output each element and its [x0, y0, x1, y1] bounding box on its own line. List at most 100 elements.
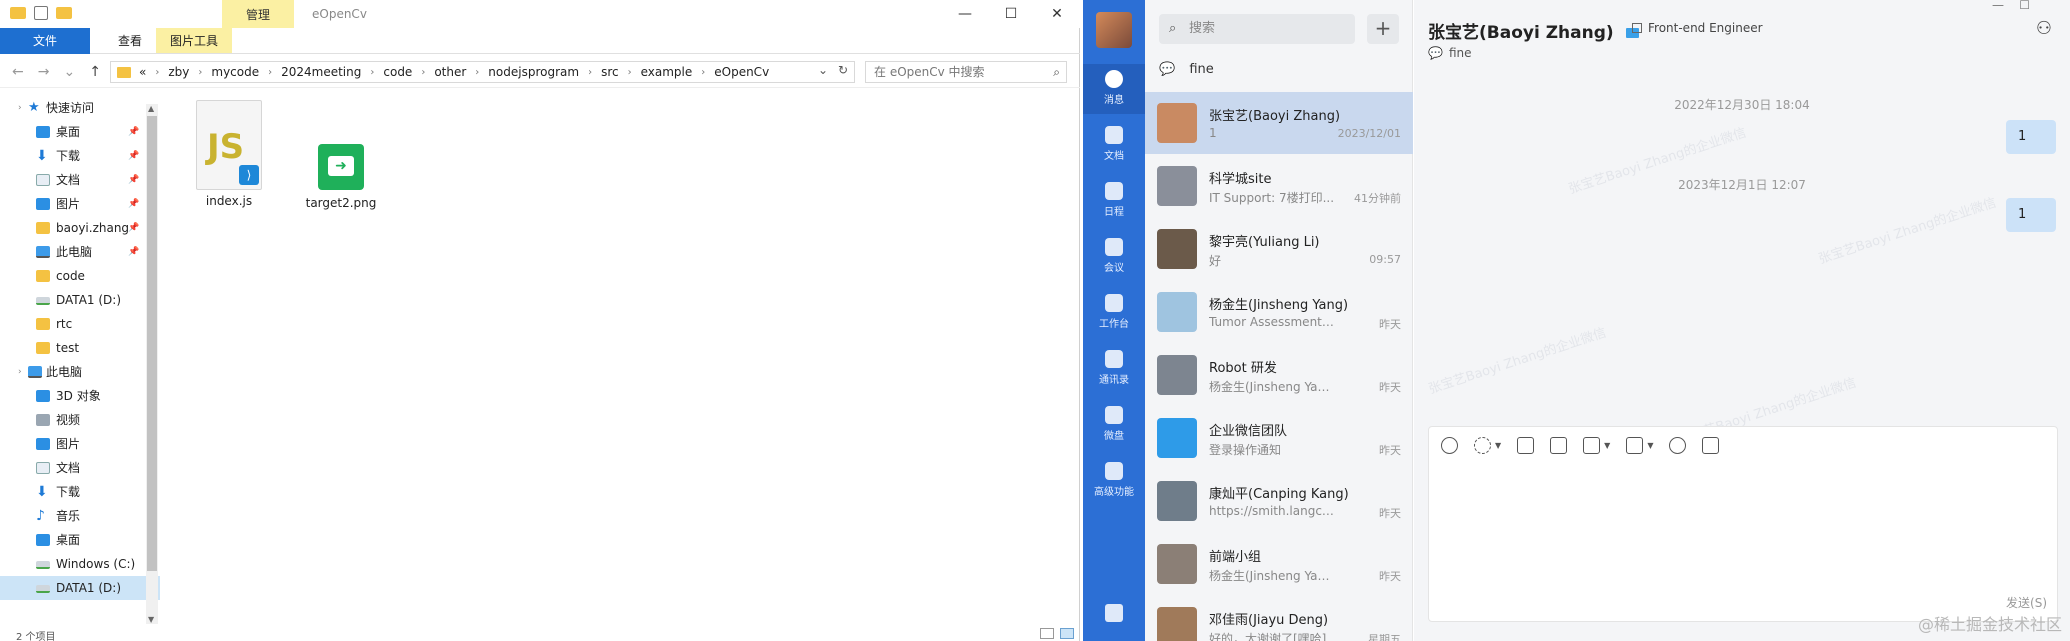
refresh-button[interactable]: ↻: [838, 63, 848, 77]
address-bar[interactable]: « › zby › mycode › 2024meeting › code › other › nod…: [110, 61, 855, 83]
rail-item[interactable]: 文档: [1083, 120, 1145, 170]
new-folder-icon[interactable]: [56, 7, 72, 19]
nav-item[interactable]: 文档 📌: [0, 168, 160, 192]
breadcrumb-separator[interactable]: ›: [588, 67, 592, 78]
conversation-item[interactable]: 企业微信团队 登录操作通知 昨天: [1145, 407, 1413, 469]
my-status[interactable]: 💬 fine: [1159, 62, 1214, 77]
tab-picture-tools[interactable]: 图片工具: [156, 28, 233, 53]
nav-item[interactable]: 桌面 📌: [0, 120, 160, 144]
properties-icon[interactable]: [34, 6, 48, 20]
nav-item[interactable]: ⬇ 下载 📌: [0, 144, 160, 168]
nav-item[interactable]: 文档: [0, 456, 160, 480]
nav-pane-scrollbar[interactable]: ▲ ▼: [146, 104, 158, 624]
tab-file[interactable]: 文件: [0, 28, 90, 54]
nav-item[interactable]: 此电脑 📌: [0, 240, 160, 264]
task-icon[interactable]: [1583, 437, 1601, 454]
rail-item[interactable]: 会议: [1083, 232, 1145, 282]
breadcrumb-separator[interactable]: ›: [155, 67, 159, 78]
my-avatar[interactable]: [1096, 12, 1132, 48]
file-item-target2-png[interactable]: ➜ target2.png: [296, 100, 386, 210]
context-tab-manage[interactable]: 管理: [222, 0, 294, 28]
breadcrumb-separator[interactable]: ›: [198, 67, 202, 78]
nav-item[interactable]: 视频: [0, 408, 160, 432]
rail-item[interactable]: 工作台: [1083, 288, 1145, 338]
more-icon[interactable]: [1669, 437, 1687, 454]
maximize-button[interactable]: ☐: [988, 0, 1034, 28]
up-button[interactable]: ↑: [89, 64, 101, 80]
breadcrumb-item[interactable]: 2024meeting: [281, 65, 361, 79]
add-member-icon[interactable]: ⚇: [2036, 18, 2052, 39]
breadcrumb-item[interactable]: example: [641, 65, 693, 79]
rail-item[interactable]: 通讯录: [1083, 344, 1145, 394]
nav-item[interactable]: DATA1 (D:): [0, 288, 160, 312]
minimize-button[interactable]: —: [942, 0, 988, 28]
nav-item[interactable]: baoyi.zhang 📌: [0, 216, 160, 240]
breadcrumb-separator[interactable]: ›: [370, 67, 374, 78]
add-button[interactable]: +: [1367, 14, 1399, 44]
conversation-item[interactable]: 前端小组杨金生(Jinsheng Yang): ... 昨天: [1145, 533, 1413, 595]
search-icon[interactable]: ⌕: [1053, 62, 1060, 82]
nav-item[interactable]: 图片 📌: [0, 192, 160, 216]
expand-icon[interactable]: ›: [18, 96, 22, 120]
nav-item[interactable]: ♪ 音乐: [0, 504, 160, 528]
conversation-item[interactable]: 张宝艺(Baoyi Zhang) 1 2023/12/01: [1145, 92, 1413, 154]
details-view-icon[interactable]: [1040, 628, 1054, 639]
breadcrumb-item[interactable]: eOpenCv: [714, 65, 769, 79]
breadcrumb-overflow[interactable]: «: [139, 65, 146, 79]
nav-item[interactable]: test: [0, 336, 160, 360]
breadcrumb-item[interactable]: nodejsprogram: [488, 65, 579, 79]
window-minimize-button[interactable]: — ☐: [1992, 0, 2030, 12]
nav-item[interactable]: ⬇ 下载: [0, 480, 160, 504]
file-item-index-js[interactable]: JS ⟩ index.js: [184, 100, 274, 208]
library-icon[interactable]: [1105, 604, 1123, 622]
nav-item[interactable]: rtc: [0, 312, 160, 336]
emoji-icon[interactable]: [1441, 437, 1458, 454]
recent-locations-button[interactable]: ⌄: [63, 64, 75, 80]
screenshot-icon[interactable]: [1474, 437, 1491, 454]
nav-item[interactable]: › 此电脑: [0, 360, 160, 384]
tab-view[interactable]: 查看: [104, 28, 156, 53]
conversation-item[interactable]: Robot 研发杨金生(Jinsheng Yang): ok 昨天: [1145, 344, 1413, 406]
expand-icon[interactable]: ›: [18, 360, 22, 384]
breadcrumb-separator[interactable]: ›: [475, 67, 479, 78]
conversation-item[interactable]: 科学城site IT Support: 7楼打印... 41分钟前: [1145, 155, 1413, 217]
nav-item[interactable]: Windows (C:): [0, 552, 160, 576]
folder-icon[interactable]: [1626, 437, 1644, 454]
forward-button[interactable]: →: [38, 64, 50, 80]
message-composer[interactable]: ▼ ▼ ▼ 发送(S): [1428, 426, 2058, 622]
conversation-item[interactable]: 黎宇亮(Yuliang Li) 好 09:57: [1145, 218, 1413, 280]
scroll-up-icon[interactable]: ▲: [148, 104, 154, 113]
image-icon[interactable]: [1517, 437, 1535, 454]
schedule-icon[interactable]: [1702, 437, 1720, 454]
scroll-down-icon[interactable]: ▼: [148, 615, 154, 624]
nav-item[interactable]: code: [0, 264, 160, 288]
conversation-item[interactable]: 杨金生(Jinsheng Yang) Tumor Assessment Follo…: [1145, 281, 1413, 343]
scrollbar-thumb[interactable]: [147, 116, 157, 571]
breadcrumb-item[interactable]: zby: [168, 65, 189, 79]
send-button[interactable]: 发送(S): [2006, 594, 2047, 611]
breadcrumb-item[interactable]: other: [434, 65, 466, 79]
conversation-item[interactable]: 邓佳雨(Jiayu Deng) 好的，太谢谢了[嘿哈] 星期五: [1145, 596, 1413, 641]
address-dropdown-button[interactable]: ⌄: [818, 63, 828, 77]
breadcrumb-item[interactable]: src: [601, 65, 619, 79]
rail-item[interactable]: 高级功能: [1083, 456, 1145, 506]
search-input[interactable]: ⌕ 搜索: [1159, 14, 1355, 44]
breadcrumb-item[interactable]: mycode: [211, 65, 259, 79]
breadcrumb-separator[interactable]: ›: [701, 67, 705, 78]
breadcrumb-separator[interactable]: ›: [421, 67, 425, 78]
rail-item[interactable]: 微盘: [1083, 400, 1145, 450]
message-bubble[interactable]: 1: [2006, 198, 2056, 232]
breadcrumb-separator[interactable]: ›: [628, 67, 632, 78]
nav-item[interactable]: 3D 对象: [0, 384, 160, 408]
message-bubble[interactable]: 1: [2006, 120, 2056, 154]
nav-item[interactable]: DATA1 (D:): [0, 576, 160, 600]
large-icons-view-icon[interactable]: [1060, 628, 1074, 639]
nav-item[interactable]: 图片: [0, 432, 160, 456]
close-button[interactable]: ✕: [1034, 0, 1080, 28]
breadcrumb-separator[interactable]: ›: [268, 67, 272, 78]
breadcrumb-item[interactable]: code: [383, 65, 412, 79]
nav-item[interactable]: 桌面: [0, 528, 160, 552]
conversation-item[interactable]: 康灿平(Canping Kang) https://smith.langchain…: [1145, 470, 1413, 532]
file-icon[interactable]: [1550, 437, 1568, 454]
nav-item[interactable]: › ★ 快速访问: [0, 96, 160, 120]
